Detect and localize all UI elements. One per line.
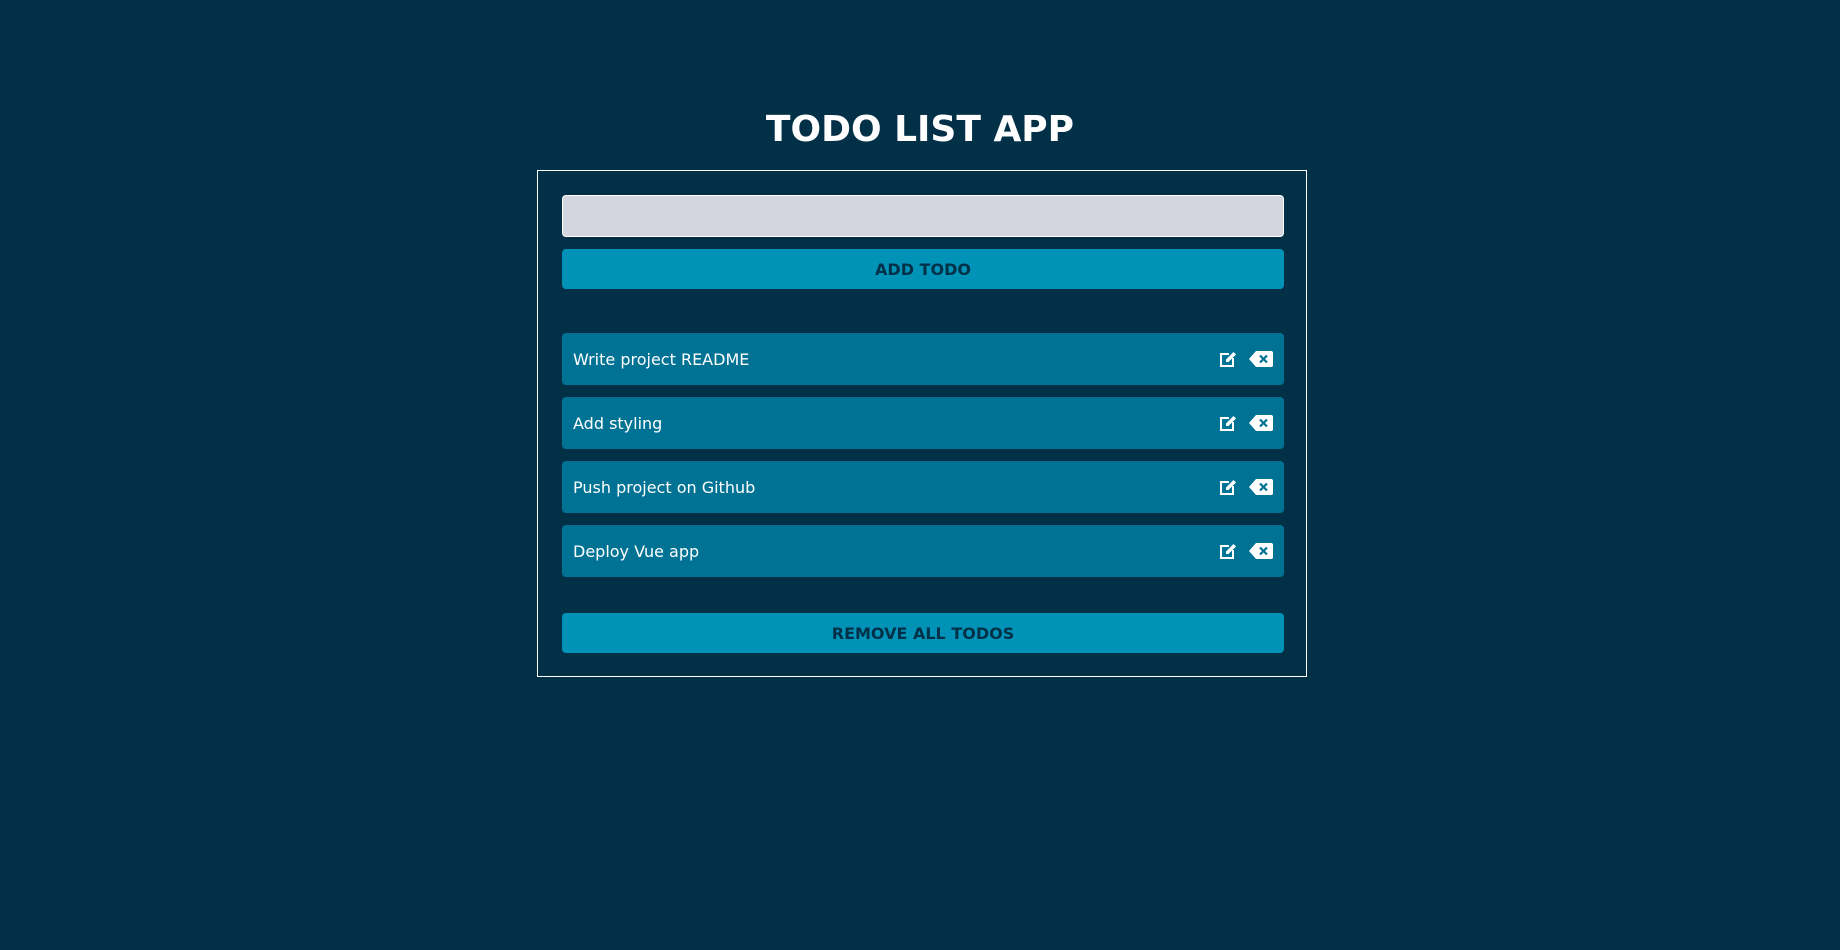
todo-text: Push project on Github [573, 477, 756, 497]
page-title: TODO LIST APP [765, 109, 1075, 150]
backspace-delete-icon[interactable] [1249, 414, 1273, 432]
todo-item: Push project on Github [562, 461, 1284, 513]
todo-item: Deploy Vue app [562, 525, 1284, 577]
todo-text: Add styling [573, 413, 663, 433]
todo-text: Deploy Vue app [573, 541, 700, 561]
backspace-delete-icon[interactable] [1249, 542, 1273, 560]
todo-list: Write project README Add styling Push pr… [562, 333, 1284, 589]
add-todo-button[interactable]: ADD TODO [562, 249, 1284, 289]
edit-icon[interactable] [1217, 476, 1239, 498]
backspace-delete-icon[interactable] [1249, 350, 1273, 368]
todo-input[interactable] [562, 195, 1284, 237]
edit-icon[interactable] [1217, 540, 1239, 562]
edit-icon[interactable] [1217, 412, 1239, 434]
todo-text: Write project README [573, 349, 750, 369]
backspace-delete-icon[interactable] [1249, 478, 1273, 496]
todo-card: ADD TODO Write project README Add stylin… [537, 170, 1307, 677]
remove-all-todos-button[interactable]: REMOVE ALL TODOS [562, 613, 1284, 653]
todo-item: Add styling [562, 397, 1284, 449]
edit-icon[interactable] [1217, 348, 1239, 370]
todo-item: Write project README [562, 333, 1284, 385]
